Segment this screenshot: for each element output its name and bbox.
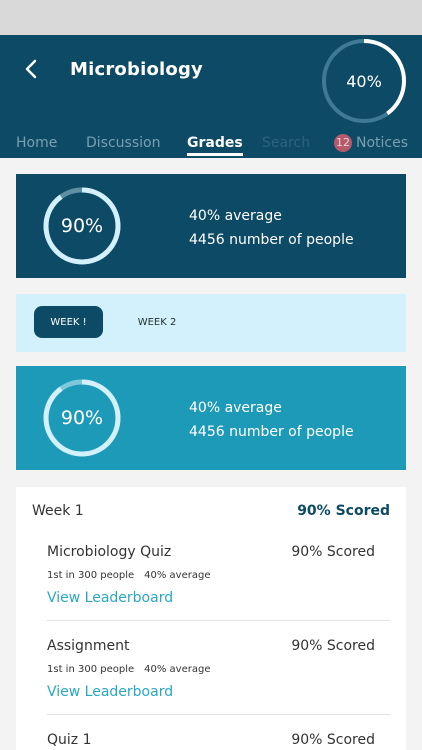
item-score: 90% Scored <box>291 638 375 654</box>
item-rank: 1st in 300 people <box>47 664 135 675</box>
item-score: 90% Scored <box>291 544 375 560</box>
grade-score-label: 90% <box>60 215 104 237</box>
back-button[interactable] <box>20 57 44 81</box>
tab-search[interactable]: Search <box>262 135 310 151</box>
results-week-score: 90% Scored <box>297 503 390 519</box>
week-average: 40% average <box>189 400 282 416</box>
item-average: 40% average <box>144 570 211 581</box>
week-selector: WEEK ! WEEK 2 <box>16 294 406 352</box>
view-leaderboard-link[interactable]: View Leaderboard <box>47 590 173 606</box>
course-progress-label: 40% <box>346 71 382 91</box>
divider <box>47 620 390 621</box>
item-name: Assignment <box>47 638 130 654</box>
tab-notices[interactable]: 12 Notices <box>334 134 408 152</box>
item-name: Microbiology Quiz <box>47 544 172 560</box>
results-card: Week 1 90% Scored Microbiology Quiz 90% … <box>16 487 406 750</box>
week-score-label: 90% <box>60 407 104 429</box>
tab-notices-label: Notices <box>356 135 409 151</box>
view-leaderboard-link[interactable]: View Leaderboard <box>47 684 173 700</box>
item-name: Quiz 1 <box>47 732 92 748</box>
tab-discussion[interactable]: Discussion <box>86 135 160 151</box>
week-summary-card: 90% 40% average 4456 number of people <box>16 366 406 470</box>
item-average: 40% average <box>144 664 211 675</box>
tab-bar: Home Discussion Grades Search 12 Notices <box>0 134 422 158</box>
tab-grades[interactable]: Grades <box>187 135 243 156</box>
week-people-count: 4456 number of people <box>189 424 354 440</box>
divider <box>47 714 390 715</box>
grade-people-count: 4456 number of people <box>189 232 354 248</box>
grade-summary-card: 90% 40% average 4456 number of people <box>16 174 406 278</box>
course-header: Microbiology 40% Home Discussion Grades … <box>0 35 422 158</box>
results-week-label: Week 1 <box>32 503 84 519</box>
notices-count-badge: 12 <box>334 134 352 152</box>
week-2-button[interactable]: WEEK 2 <box>123 306 191 338</box>
item-rank: 1st in 300 people <box>47 570 135 581</box>
item-score: 90% Scored <box>291 732 375 748</box>
page-title: Microbiology <box>70 59 203 80</box>
chevron-left-icon <box>25 59 37 79</box>
grade-average: 40% average <box>189 208 282 224</box>
week-1-button[interactable]: WEEK ! <box>34 306 103 338</box>
tab-home[interactable]: Home <box>16 135 57 151</box>
status-bar <box>0 0 422 35</box>
